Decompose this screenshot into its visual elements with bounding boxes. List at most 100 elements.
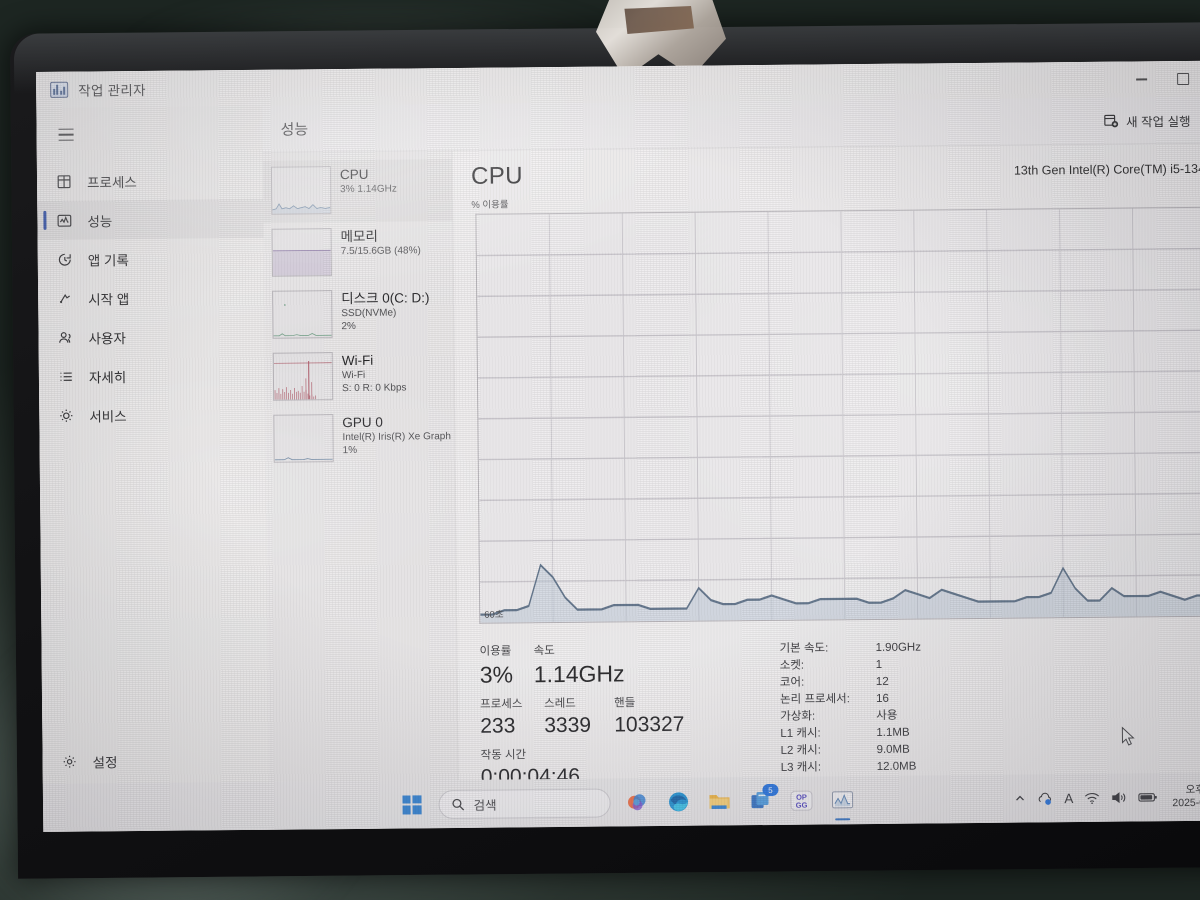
stats-row-2: 프로세스 233 스레드 3339 핸들 103327	[480, 694, 780, 740]
sidebar-item-label: 성능	[87, 213, 113, 230]
memory-mini-graph	[271, 228, 332, 277]
detail-key: L1 캐시:	[780, 727, 821, 740]
wifi-icon[interactable]	[1084, 791, 1100, 804]
resource-card-disk[interactable]: 디스크 0(C: D:) SSD(NVMe) 2%	[264, 283, 454, 347]
task-manager-window: 작업 관리자 프로세스 성능 앱 기록 시작 앱 사용자 자세히 서비스 설정 …	[36, 60, 1200, 789]
stat-label: 이용률	[479, 645, 512, 658]
sidebar-item-label: 자세히	[88, 369, 127, 386]
stat-label: 스레드	[544, 697, 576, 711]
resource-meta: CPU 3% 1.14GHz	[340, 166, 397, 197]
taskbar-item-store[interactable]: 5	[746, 783, 779, 815]
taskbar-center-group: 검색 5 OP GG	[397, 783, 856, 819]
taskbar-item-copilot[interactable]	[623, 788, 651, 816]
detail-value: 16	[875, 692, 889, 705]
stat-label: 프로세스	[480, 698, 523, 711]
start-button[interactable]	[397, 790, 425, 818]
detail-value: 1.90GHz	[875, 641, 922, 654]
wifi-mini-graph	[272, 352, 334, 401]
stats-row-1: 이용률 3% 속도 1.14GHz	[480, 641, 780, 690]
disk-mini-graph	[272, 290, 333, 339]
detail-value: 사용	[876, 709, 898, 722]
detail-value: 12.0MB	[876, 760, 917, 773]
cpu-stats: 이용률 3% 속도 1.14GHz 프로세스 233 스레드 3339 핸들 1…	[476, 637, 1200, 791]
taskbar-search[interactable]: 검색	[438, 788, 611, 819]
window-body: 프로세스 성능 앱 기록 시작 앱 사용자 자세히 서비스 설정 성능 새 작업…	[36, 96, 1200, 789]
resource-card-cpu[interactable]: CPU 3% 1.14GHz	[262, 159, 453, 223]
stat-utilization: 이용률 3%	[480, 643, 534, 690]
window-title: 작업 관리자	[78, 82, 146, 99]
hamburger-icon[interactable]	[42, 113, 88, 155]
taskbar-clock[interactable]: 오후 2025-0	[1172, 784, 1200, 811]
clock-meridiem: 오후	[1185, 783, 1200, 796]
cpu-detail-row: 코어: 12	[780, 674, 922, 692]
taskbar-item-edge[interactable]	[664, 788, 692, 816]
settings-label: 설정	[92, 755, 118, 771]
cpu-model: 13th Gen Intel(R) Core(TM) i5-134	[1013, 161, 1200, 178]
sidebar-item-label: 서비스	[89, 408, 127, 425]
services-icon	[60, 409, 73, 422]
detail-key: 논리 프로세서:	[780, 693, 850, 706]
cpu-detail-row: 논리 프로세서: 16	[780, 691, 922, 709]
ime-icon[interactable]: A	[1064, 791, 1073, 806]
sidebar-nav: 프로세스 성능 앱 기록 시작 앱 사용자 자세히 서비스	[37, 160, 266, 435]
startup-apps-icon	[59, 293, 70, 303]
window-controls	[1120, 61, 1200, 98]
cpu-detail-row: L3 캐시: 12.0MB	[781, 759, 923, 777]
sidebar-item-settings[interactable]: 설정	[42, 738, 268, 784]
onedrive-sync-icon[interactable]	[1037, 791, 1053, 806]
stat-label: 속도	[533, 645, 555, 658]
resource-card-wifi[interactable]: Wi-Fi Wi-Fi S: 0 R: 0 Kbps	[265, 345, 455, 409]
resource-card-gpu[interactable]: GPU 0 Intel(R) Iris(R) Xe Graph 1%	[265, 407, 455, 471]
details-icon	[60, 371, 72, 381]
detail-value: 1	[875, 658, 883, 671]
detail-key: 소켓:	[779, 659, 805, 672]
volume-icon[interactable]	[1111, 791, 1127, 805]
new-task-button[interactable]: 새 작업 실행	[1103, 110, 1191, 130]
chart-gridlines	[476, 208, 1200, 623]
cpu-detail-row: 소켓: 1	[780, 657, 922, 675]
sidebar-item-details[interactable]: 자세히	[39, 355, 265, 396]
resource-sub2: S: 0 R: 0 Kbps	[342, 382, 407, 395]
sidebar-item-startup-apps[interactable]: 시작 앱	[38, 277, 264, 318]
x-axis-left-label: 60초	[484, 609, 504, 621]
detail-key: 기본 속도:	[779, 642, 829, 655]
maximize-button[interactable]	[1162, 61, 1200, 97]
minimize-button[interactable]	[1120, 61, 1162, 97]
sidebar-item-label: 앱 기록	[87, 252, 129, 269]
opgg-icon: OP GG	[790, 790, 813, 811]
battery-icon[interactable]	[1138, 791, 1158, 803]
search-placeholder: 검색	[473, 798, 497, 813]
cpu-chart-svg	[476, 208, 1200, 623]
system-tray: A 오후 2025-0	[1014, 784, 1200, 812]
sidebar-item-app-history[interactable]: 앱 기록	[38, 238, 264, 279]
performance-icon	[57, 214, 72, 227]
chevron-up-icon[interactable]	[1014, 793, 1026, 805]
file-explorer-icon	[709, 795, 730, 810]
detail-key: 코어:	[779, 676, 805, 689]
sidebar-item-services[interactable]: 서비스	[39, 394, 265, 435]
cpu-mini-graph	[270, 166, 332, 215]
resource-list: CPU 3% 1.14GHz 메모리 7.5/15.6GB (48%) 디스크 …	[262, 151, 459, 782]
resource-meta: 메모리 7.5/15.6GB (48%)	[341, 227, 421, 258]
detail-key: 가상화:	[780, 710, 816, 723]
svg-text:GG: GG	[796, 801, 808, 810]
taskbar-item-task-manager[interactable]	[828, 786, 856, 814]
sidebar-item-performance[interactable]: 성능	[37, 198, 264, 240]
taskbar-item-file-explorer[interactable]	[705, 787, 733, 815]
resource-name: CPU	[339, 166, 369, 183]
sidebar-item-users[interactable]: 사용자	[38, 316, 264, 357]
resource-sub1: 7.5/15.6GB (48%)	[340, 244, 421, 257]
cpu-detail-panel: CPU 13th Gen Intel(R) Core(TM) i5-134 % …	[452, 143, 1200, 789]
stat-label: 핸들	[614, 697, 636, 710]
sidebar-item-processes[interactable]: 프로세스	[37, 160, 263, 201]
resource-meta: Wi-Fi Wi-Fi S: 0 R: 0 Kbps	[342, 351, 407, 395]
laptop-screen: 작업 관리자 프로세스 성능 앱 기록 시작 앱 사용자 자세히 서비스 설정 …	[36, 60, 1200, 832]
resource-meta: GPU 0 Intel(R) Iris(R) Xe Graph 1%	[342, 413, 451, 458]
cpu-utilization-chart: 60초	[475, 206, 1200, 624]
resource-name: Wi-Fi	[341, 352, 374, 369]
resource-card-memory[interactable]: 메모리 7.5/15.6GB (48%)	[263, 221, 453, 285]
gpu-mini-graph	[273, 414, 334, 463]
taskbar-item-opgg[interactable]: OP GG	[787, 787, 815, 815]
stat-value: 1.14GHz	[533, 660, 625, 688]
detail-key: L3 캐시:	[780, 761, 822, 774]
